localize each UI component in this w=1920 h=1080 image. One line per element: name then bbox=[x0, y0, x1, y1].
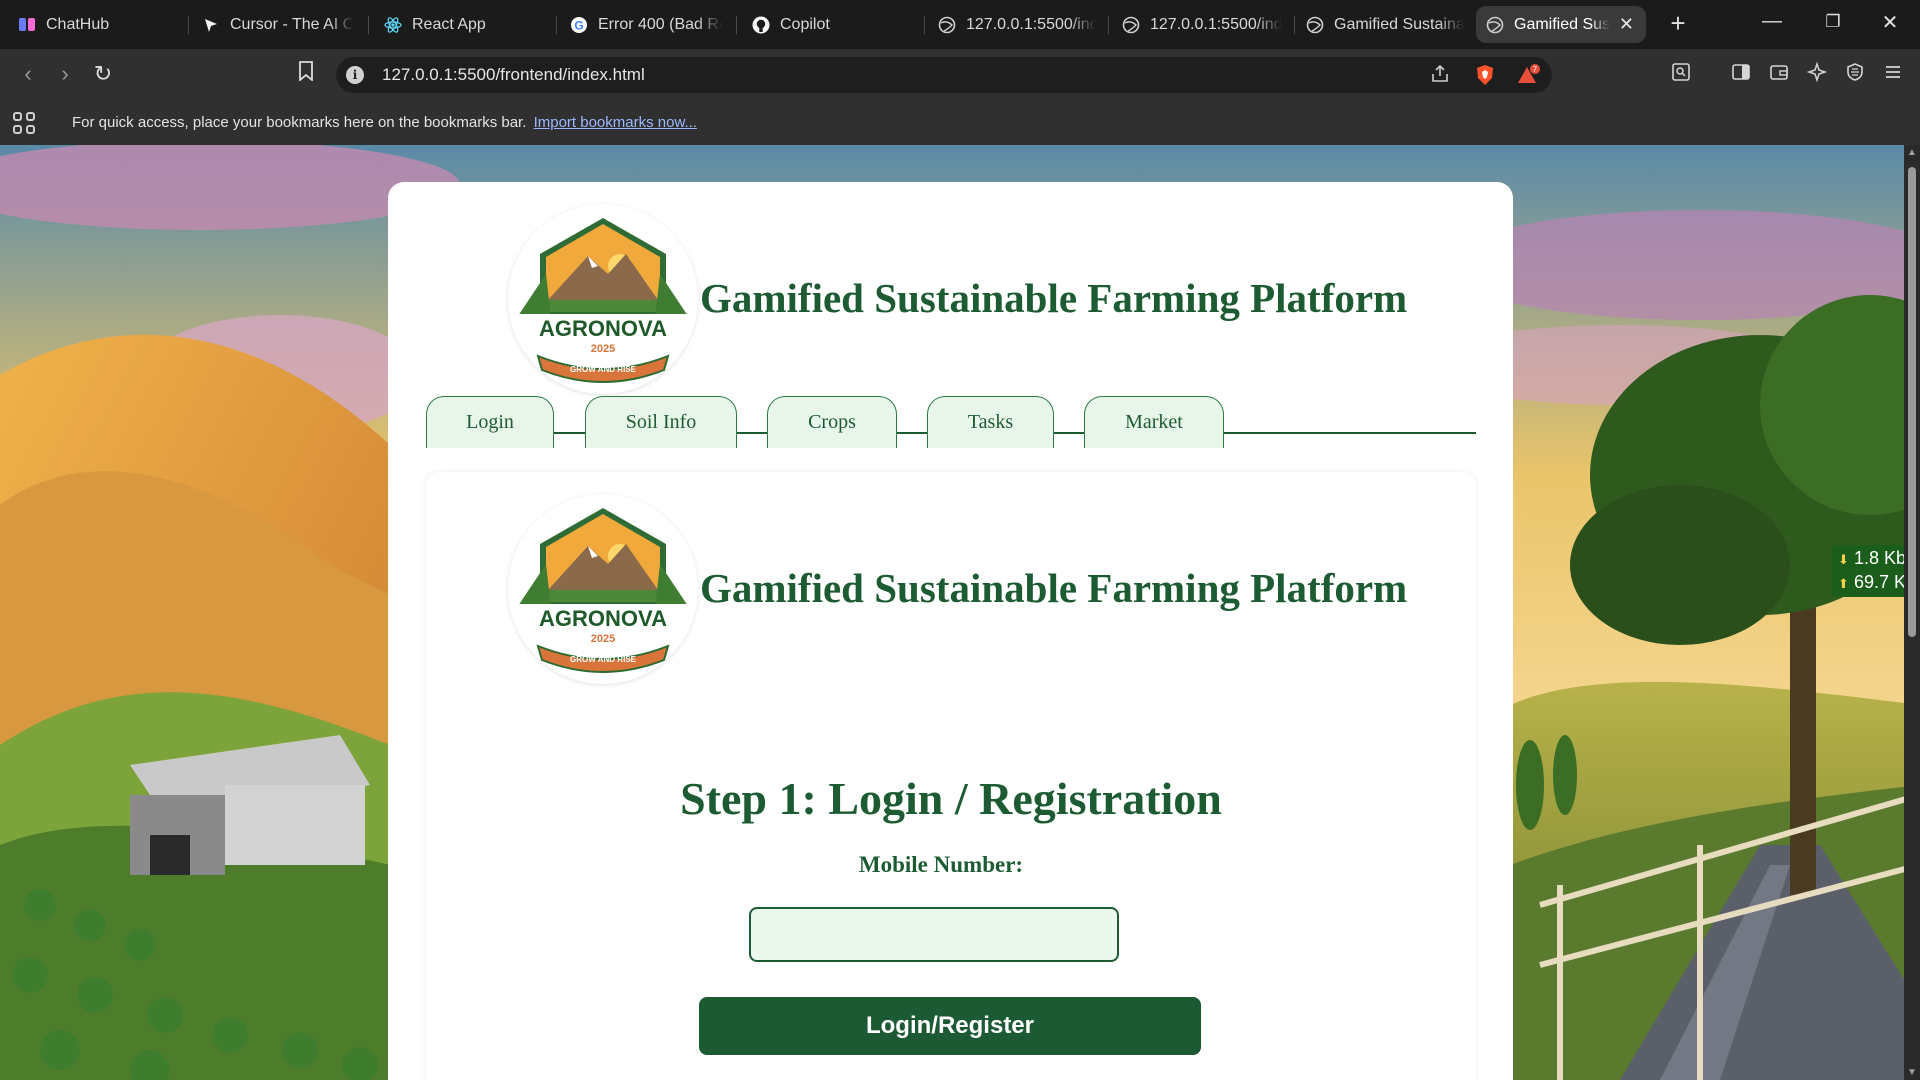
wallet-icon[interactable] bbox=[1769, 62, 1789, 88]
login-section: AGRONOVA 2025 GROW AND RISE Gamified Sus… bbox=[426, 472, 1476, 1080]
menu-icon[interactable] bbox=[1883, 62, 1903, 88]
svg-text:G: G bbox=[574, 18, 583, 32]
google-icon: G bbox=[570, 16, 588, 34]
new-tab-icon[interactable]: + bbox=[1663, 8, 1693, 39]
reload-icon[interactable]: ↻ bbox=[88, 61, 118, 87]
page-title: Gamified Sustainable Farming Platform bbox=[700, 275, 1408, 321]
chathub-icon bbox=[18, 16, 36, 34]
scroll-up-icon[interactable]: ▲ bbox=[1907, 147, 1917, 158]
back-icon[interactable]: ‹ bbox=[13, 61, 43, 87]
site-header: AGRONOVA 2025 GROW AND RISE Gamified Sus… bbox=[508, 204, 1408, 394]
globe-icon bbox=[938, 16, 956, 34]
globe-icon bbox=[1122, 16, 1140, 34]
tab-tasks[interactable]: Tasks bbox=[927, 396, 1054, 448]
globe-icon bbox=[1486, 16, 1504, 34]
apps-grid-icon[interactable] bbox=[13, 112, 35, 134]
tab-gamified-1[interactable]: Gamified Sustaina bbox=[1296, 6, 1474, 43]
browser-tab-strip: ChatHub Cursor - The AI Co React App G E… bbox=[0, 0, 1920, 49]
cursor-icon bbox=[202, 16, 220, 34]
address-bar[interactable]: i 127.0.0.1:5500/frontend/index.html 7 bbox=[336, 57, 1552, 93]
mobile-number-input[interactable] bbox=[749, 907, 1119, 962]
svg-text:GROW AND RISE: GROW AND RISE bbox=[570, 655, 637, 664]
tab-react-app[interactable]: React App bbox=[374, 6, 554, 43]
agronova-logo: AGRONOVA 2025 GROW AND RISE bbox=[508, 494, 698, 684]
page-search-icon[interactable] bbox=[1671, 62, 1691, 88]
section-header: AGRONOVA 2025 GROW AND RISE Gamified Sus… bbox=[508, 494, 1408, 684]
agronova-logo: AGRONOVA 2025 GROW AND RISE bbox=[508, 204, 698, 394]
globe-icon bbox=[1306, 16, 1324, 34]
close-tab-icon[interactable]: ✕ bbox=[1619, 14, 1634, 35]
upload-arrow-icon: ⬆ bbox=[1838, 576, 1849, 591]
tab-localhost-2[interactable]: 127.0.0.1:5500/ind bbox=[1112, 6, 1292, 43]
download-arrow-icon: ⬇ bbox=[1838, 552, 1849, 567]
svg-text:AGRONOVA: AGRONOVA bbox=[539, 606, 667, 631]
sidebar-icon[interactable] bbox=[1731, 62, 1751, 88]
tab-crops[interactable]: Crops bbox=[767, 396, 897, 448]
import-bookmarks-link[interactable]: Import bookmarks now... bbox=[534, 114, 697, 131]
brave-rewards-icon[interactable]: 7 bbox=[1516, 64, 1542, 92]
login-register-button[interactable]: Login/Register bbox=[699, 997, 1201, 1055]
svg-text:2025: 2025 bbox=[591, 343, 615, 355]
scroll-down-icon[interactable]: ▼ bbox=[1907, 1067, 1917, 1078]
main-card: AGRONOVA 2025 GROW AND RISE Gamified Sus… bbox=[388, 182, 1513, 1080]
step-heading: Step 1: Login / Registration bbox=[680, 773, 1222, 824]
tab-market[interactable]: Market bbox=[1084, 396, 1224, 448]
tab-soil-info[interactable]: Soil Info bbox=[585, 396, 737, 448]
tab-copilot[interactable]: Copilot bbox=[742, 6, 922, 43]
tab-cursor[interactable]: Cursor - The AI Co bbox=[192, 6, 364, 43]
svg-text:7: 7 bbox=[1533, 65, 1538, 74]
tab-chathub[interactable]: ChatHub bbox=[8, 6, 188, 43]
brave-shield-icon[interactable] bbox=[1474, 64, 1496, 92]
tab-error-400[interactable]: G Error 400 (Bad Req bbox=[560, 6, 732, 43]
mobile-number-label: Mobile Number: bbox=[858, 852, 1024, 877]
share-icon[interactable] bbox=[1430, 64, 1450, 90]
scrollbar-thumb[interactable] bbox=[1908, 167, 1916, 637]
page-scrollbar[interactable]: ▲ ▼ bbox=[1904, 145, 1920, 1080]
page-viewport: AGRONOVA 2025 GROW AND RISE Gamified Sus… bbox=[0, 145, 1920, 1080]
bookmark-icon[interactable] bbox=[291, 61, 321, 87]
react-icon bbox=[384, 16, 402, 34]
browser-toolbar: ‹ › ↻ i 127.0.0.1:5500/frontend/index.ht… bbox=[0, 49, 1920, 101]
tab-gamified-active[interactable]: Gamified Sust ✕ bbox=[1476, 6, 1646, 43]
github-icon bbox=[752, 16, 770, 34]
bookmarks-bar: For quick access, place your bookmarks h… bbox=[0, 101, 1920, 145]
tab-localhost-1[interactable]: 127.0.0.1:5500/ind bbox=[928, 6, 1106, 43]
minimize-icon[interactable]: — bbox=[1757, 10, 1787, 33]
forward-icon[interactable]: › bbox=[50, 61, 80, 87]
section-title: Gamified Sustainable Farming Platform bbox=[700, 565, 1408, 611]
bookmarks-message: For quick access, place your bookmarks h… bbox=[72, 114, 697, 131]
tab-login[interactable]: Login bbox=[426, 396, 554, 448]
restore-icon[interactable]: ❐ bbox=[1818, 12, 1848, 32]
svg-text:GROW AND RISE: GROW AND RISE bbox=[570, 365, 637, 374]
close-window-icon[interactable]: ✕ bbox=[1875, 10, 1905, 35]
svg-text:2025: 2025 bbox=[591, 633, 615, 645]
site-info-icon[interactable]: i bbox=[346, 66, 364, 84]
vpn-shield-icon[interactable] bbox=[1845, 62, 1865, 88]
svg-text:AGRONOVA: AGRONOVA bbox=[539, 316, 667, 341]
leo-ai-icon[interactable] bbox=[1806, 61, 1828, 88]
